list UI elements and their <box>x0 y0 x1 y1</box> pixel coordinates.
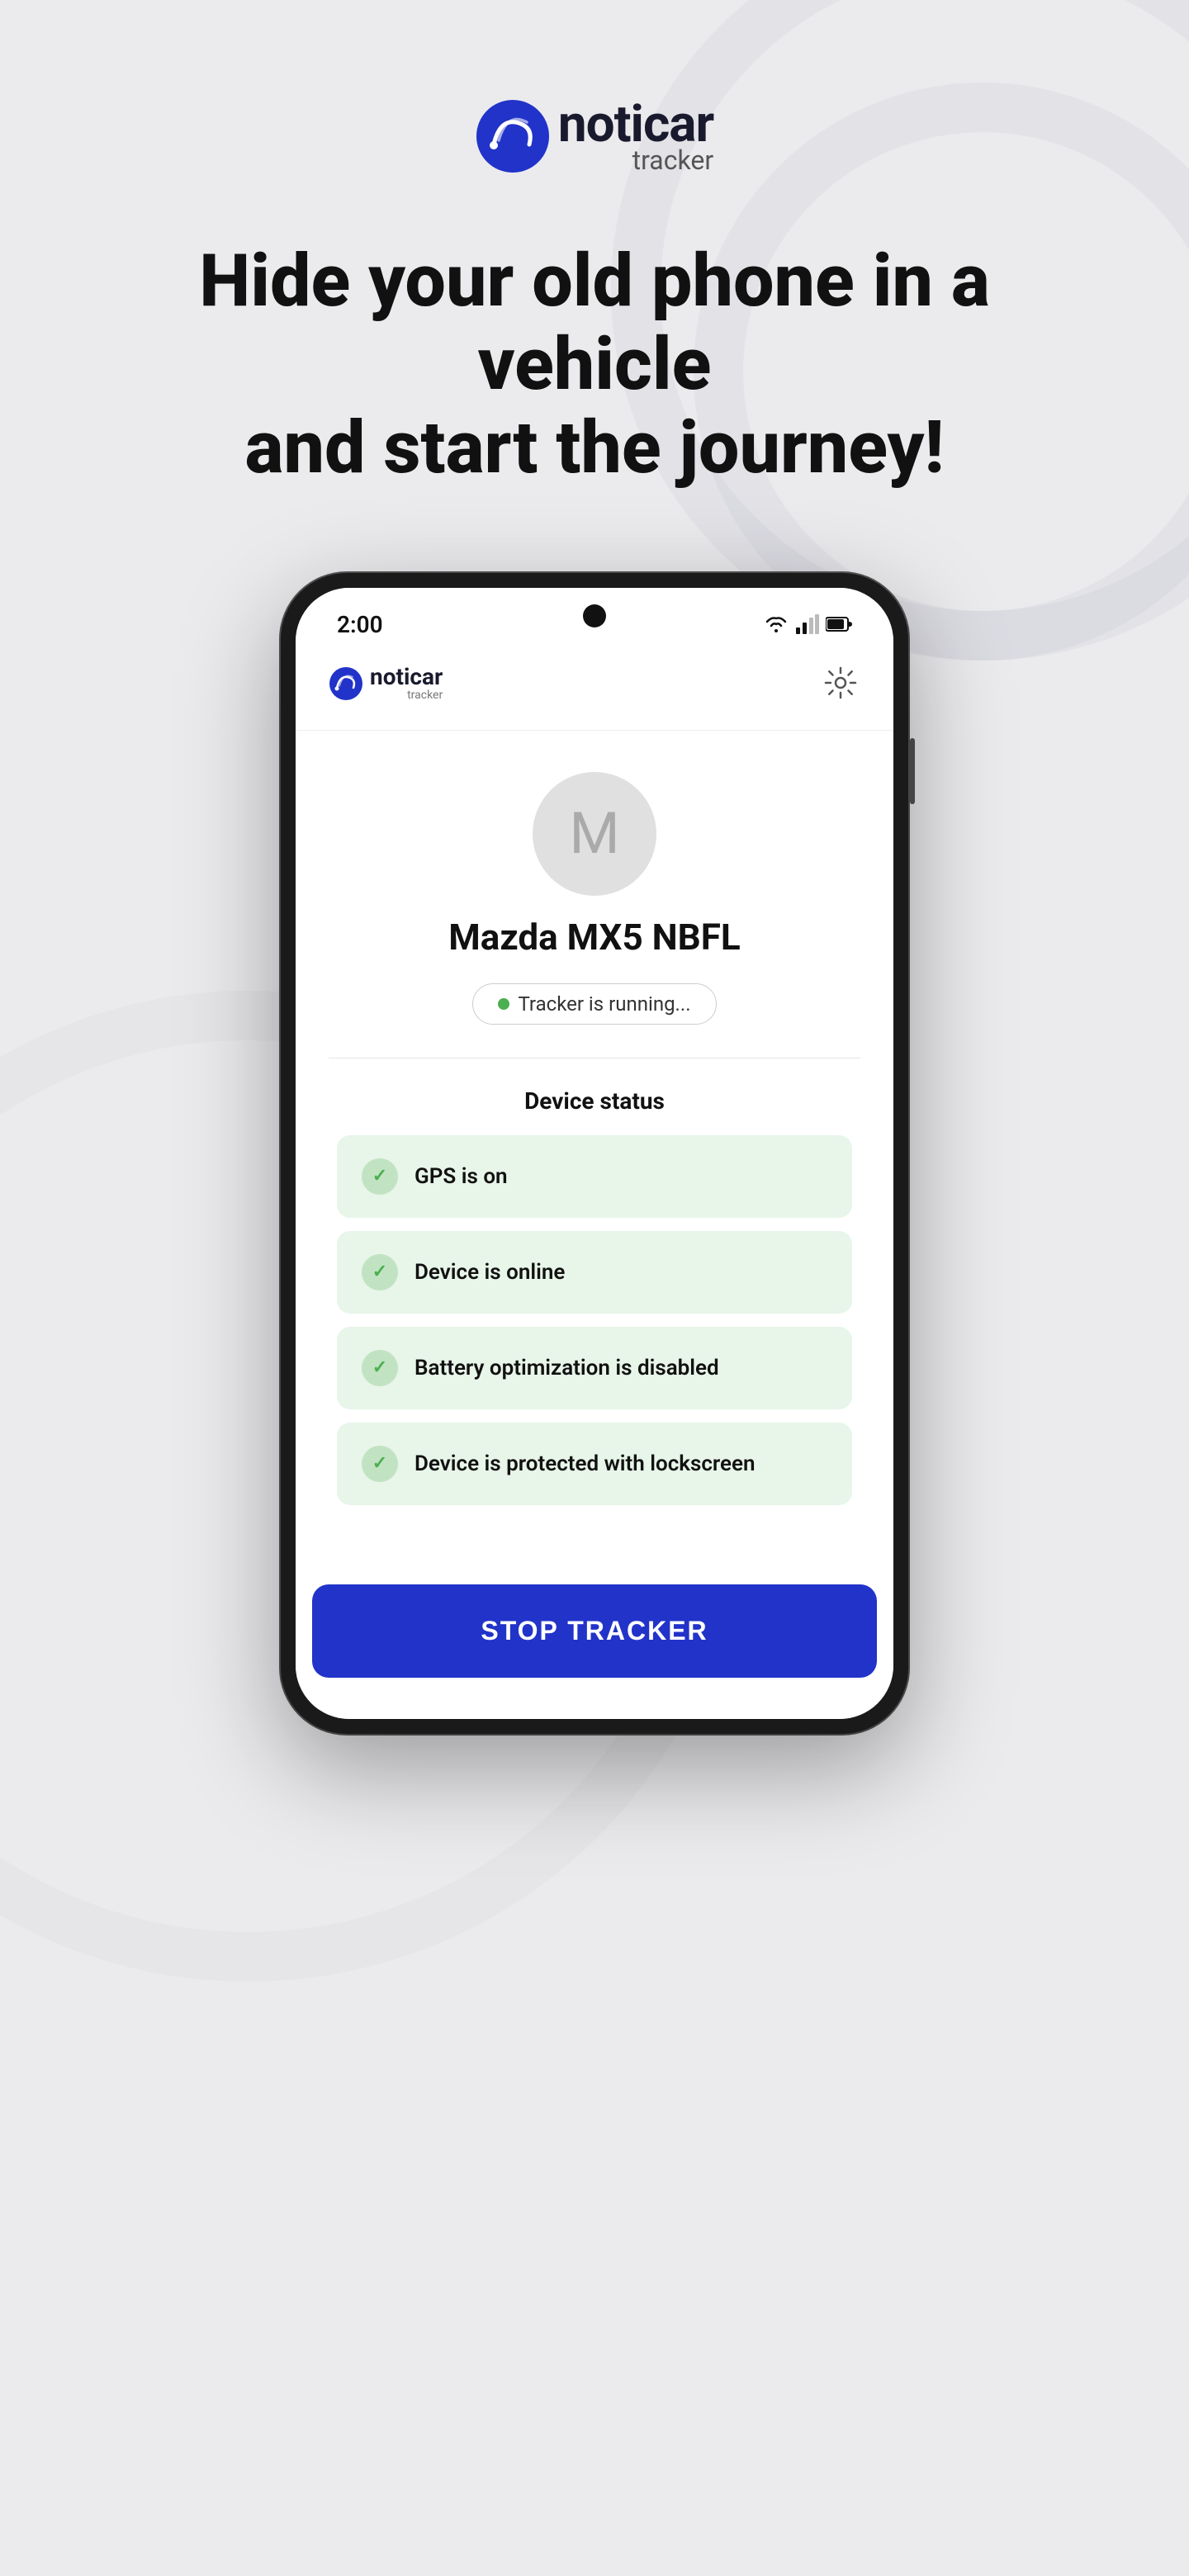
phone-screen: 2:00 <box>296 588 893 1719</box>
app-logo: noticar tracker <box>329 665 443 702</box>
app-logo-noticar: noticar <box>370 665 443 689</box>
check-mark-lockscreen: ✓ <box>372 1453 387 1474</box>
phone-frame: 2:00 <box>281 573 908 1734</box>
signal-icon <box>796 614 819 634</box>
avatar-letter: M <box>569 800 619 868</box>
vehicle-name: Mazda MX5 NBFL <box>448 916 740 959</box>
logo-text: noticar tracker <box>558 99 713 173</box>
phone-side-button <box>910 738 915 804</box>
device-status-title: Device status <box>337 1087 852 1115</box>
status-item-gps: ✓ GPS is on <box>337 1135 852 1218</box>
tracker-status-container: Tracker is running... <box>329 983 860 1025</box>
tracker-status-badge: Tracker is running... <box>472 983 716 1025</box>
check-mark-online: ✓ <box>372 1262 387 1282</box>
wifi-icon <box>763 614 789 634</box>
noticar-logo-icon <box>476 99 550 173</box>
status-item-gps-text: GPS is on <box>414 1164 508 1189</box>
app-header: noticar tracker <box>296 646 893 731</box>
page-content: noticar tracker Hide your old phone in a… <box>0 0 1189 1734</box>
top-logo: noticar tracker <box>476 99 713 173</box>
gear-icon <box>824 666 857 699</box>
app-logo-text: noticar tracker <box>370 665 443 702</box>
camera-notch <box>583 604 606 627</box>
check-circle-online: ✓ <box>362 1254 398 1290</box>
app-body: M Mazda MX5 NBFL Tracker is running... <box>296 731 893 1560</box>
status-icons <box>763 614 852 634</box>
status-item-battery-text: Battery optimization is disabled <box>414 1356 719 1380</box>
status-item-online: ✓ Device is online <box>337 1231 852 1314</box>
avatar: M <box>533 772 656 896</box>
check-mark-battery: ✓ <box>372 1357 387 1378</box>
status-item-lockscreen-text: Device is protected with lockscreen <box>414 1451 756 1476</box>
status-item-lockscreen: ✓ Device is protected with lockscreen <box>337 1423 852 1505</box>
stop-tracker-container: STOP TRACKER <box>296 1560 893 1719</box>
check-mark-gps: ✓ <box>372 1166 387 1186</box>
logo-tracker-text: tracker <box>558 147 713 173</box>
status-dot <box>498 998 509 1010</box>
device-status-section: Device status ✓ GPS is on ✓ Device is o <box>329 1087 860 1505</box>
logo-noticar-text: noticar <box>558 99 713 150</box>
check-circle-lockscreen: ✓ <box>362 1446 398 1482</box>
status-item-battery: ✓ Battery optimization is disabled <box>337 1327 852 1409</box>
check-circle-gps: ✓ <box>362 1158 398 1195</box>
app-logo-tracker: tracker <box>370 689 443 702</box>
avatar-section: M Mazda MX5 NBFL <box>329 772 860 959</box>
status-bar: 2:00 <box>296 588 893 646</box>
app-logo-icon <box>329 666 363 701</box>
status-item-online-text: Device is online <box>414 1260 565 1285</box>
check-circle-battery: ✓ <box>362 1350 398 1386</box>
stop-tracker-button[interactable]: STOP TRACKER <box>312 1584 877 1678</box>
status-time: 2:00 <box>337 611 383 638</box>
settings-button[interactable] <box>821 663 860 705</box>
phone-container: 2:00 <box>0 573 1189 1734</box>
hero-text: Hide your old phone in a vehicle and sta… <box>140 239 1049 490</box>
battery-icon <box>826 616 852 632</box>
tracker-status-text: Tracker is running... <box>518 992 690 1016</box>
